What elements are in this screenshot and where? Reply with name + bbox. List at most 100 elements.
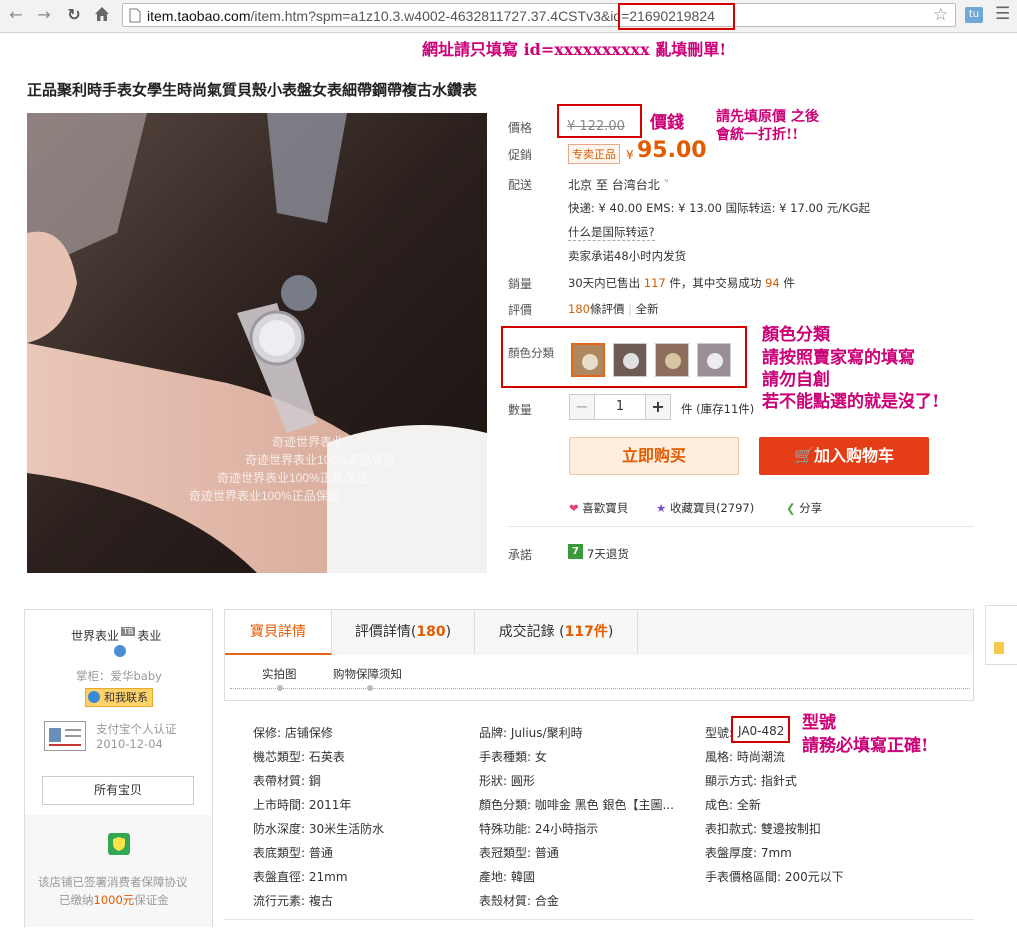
tab-records[interactable]: 成交記錄 (117件)	[475, 610, 638, 654]
quantity-label: 數量	[508, 403, 533, 417]
like-button[interactable]: ❤ 喜歡寶貝	[569, 500, 628, 516]
subtab-photos[interactable]: 实拍图	[262, 666, 297, 682]
contact-seller-button[interactable]: 和我联系	[85, 688, 153, 707]
forward-icon[interactable]: →	[34, 5, 54, 25]
sales-label: 銷量	[508, 277, 533, 291]
promo-badge: 专卖正品	[568, 144, 620, 164]
promo-price: 95.00	[637, 138, 707, 163]
buy-now-button[interactable]: 立即购买	[569, 437, 739, 475]
id-card-icon	[44, 721, 86, 751]
spec-item: 品牌: Julius/聚利時	[479, 726, 583, 740]
divider	[224, 919, 974, 920]
product-title: 正品聚利時手表女學生時尚氣質貝殼小表盤女表細帶鋼帶複古水鑽表	[27, 81, 478, 99]
price-highlight	[557, 104, 642, 138]
side-tool-panel[interactable]	[985, 605, 1017, 665]
quantity-minus-button[interactable]: −	[569, 394, 595, 420]
reviews-label: 評價	[508, 303, 533, 317]
spec-item: 表盤厚度: 7mm	[705, 846, 792, 860]
spec-item: 表帶材質: 鋼	[253, 774, 321, 788]
spec-item: 顯示方式: 指針式	[705, 774, 797, 788]
spec-item: 手表價格區間: 200元以下	[705, 870, 844, 884]
shipping-rates: 快递: ¥ 40.00 EMS: ¥ 13.00 国际转运: ¥ 17.00 元…	[568, 201, 871, 215]
spec-item: 表殼材質: 合金	[479, 894, 559, 908]
promise-text: 7天退货	[587, 547, 629, 561]
tool-icon	[994, 642, 1004, 654]
share-icon: ❮	[786, 501, 796, 515]
quantity-plus-button[interactable]: +	[645, 394, 671, 420]
seven-day-icon: 7	[568, 544, 583, 559]
promise-label: 承諾	[508, 548, 533, 562]
promo-label: 促銷	[508, 148, 533, 162]
menu-icon[interactable]: ☰	[995, 4, 1010, 24]
subtab-divider	[230, 688, 970, 689]
spec-item: 流行元素: 複古	[253, 894, 333, 908]
model-annotation-2: 請務必填寫正確!	[802, 736, 929, 756]
shipping-route[interactable]: 北京 至 台湾台北 ˅	[568, 176, 670, 193]
stock-text: 件 (庫存11件)	[681, 402, 755, 416]
guarantee-panel	[25, 815, 212, 927]
tab-reviews[interactable]: 評價詳情(180)	[332, 610, 475, 654]
reviews-summary[interactable]: 180條評價 | 全新	[568, 301, 659, 317]
spec-item: 成色: 全新	[705, 798, 761, 812]
chevron-down-icon: ˅	[663, 178, 670, 192]
subtab-marker	[367, 685, 373, 691]
spec-item: 表底類型: 普通	[253, 846, 333, 860]
spec-item: 顏色分類: 咖啡金 黑色 銀色【主圖...	[479, 798, 674, 812]
watermark-text: 奇迹世界表业100%正品保证	[245, 453, 396, 467]
spec-item: 表扣款式: 雙邊按制扣	[705, 822, 821, 836]
intl-transfer-link[interactable]: 什么是国际转运?	[568, 224, 655, 241]
shop-keeper: 掌柜：爱华baby	[76, 669, 162, 683]
color-option[interactable]	[571, 343, 605, 377]
ship-promise: 卖家承诺48小时内发货	[568, 249, 687, 263]
color-annotation-1: 顏色分類	[762, 325, 830, 345]
star-icon: ★	[656, 501, 667, 515]
cert-date: 2010-12-04	[96, 737, 163, 751]
price-annotation: 價錢	[650, 113, 684, 133]
watermark-text: 奇迹世界表业	[272, 435, 344, 449]
spec-item: 表盤直徑: 21mm	[253, 870, 348, 884]
spec-item: 形狀: 圓形	[479, 774, 535, 788]
guarantee-text-2: 已缴纳1000元保证金	[59, 893, 169, 907]
back-icon[interactable]: ←	[6, 5, 26, 25]
address-bar[interactable]: item.taobao.com/item.htm?spm=a1z10.3.w40…	[122, 3, 956, 27]
spec-item: 保修: 店铺保修	[253, 726, 333, 740]
reload-icon[interactable]: ↻	[64, 5, 84, 25]
home-icon[interactable]	[92, 5, 112, 25]
quantity-input[interactable]: 1	[594, 394, 646, 420]
price-annotation-line2: 會統一打折!!	[716, 127, 799, 143]
spec-item: 特殊功能: 24小時指示	[479, 822, 599, 836]
all-items-button[interactable]: 所有宝贝	[42, 776, 194, 805]
guarantee-shield-icon	[108, 833, 130, 855]
product-photo[interactable]: 奇迹世界表业 奇迹世界表业100%正品保证 奇迹世界表业100%正品保证 奇迹世…	[27, 113, 487, 573]
color-option[interactable]	[613, 343, 647, 377]
spec-item: 手表種類: 女	[479, 750, 547, 764]
sales-text: 30天内已售出 117 件，其中交易成功 94 件	[568, 276, 795, 290]
add-to-cart-button[interactable]: 🛒加入购物车	[759, 437, 929, 475]
share-button[interactable]: ❮ 分享	[786, 500, 822, 516]
page-icon	[129, 8, 141, 23]
color-option[interactable]	[655, 343, 689, 377]
subtab-guarantee[interactable]: 购物保障须知	[333, 666, 402, 682]
shop-name[interactable]: 世界表业 TB 表业	[71, 627, 161, 644]
subtab-marker	[277, 685, 283, 691]
collect-button[interactable]: ★ 收藏寶貝(2797)	[656, 500, 754, 516]
extension-icon[interactable]: tu	[965, 7, 983, 23]
color-label: 顏色分類	[508, 346, 554, 360]
url-annotation: 網址請只填寫 id=xxxxxxxxxx 亂填刪單!	[422, 40, 727, 59]
guarantee-text-1: 该店铺已签署消费者保障协议	[38, 875, 188, 889]
spec-item: 表冠類型: 普通	[479, 846, 559, 860]
color-option[interactable]	[697, 343, 731, 377]
bookmark-star-icon[interactable]: ☆	[933, 5, 948, 25]
spec-item: 機芯類型: 石英表	[253, 750, 345, 764]
browser-toolbar: ← → ↻ item.taobao.com/item.htm?spm=a1z10…	[0, 0, 1017, 33]
price-label: 價格	[508, 121, 533, 135]
heart-icon: ❤	[569, 501, 579, 515]
tab-details[interactable]: 寶貝詳情	[225, 610, 332, 655]
model-annotation-1: 型號	[802, 713, 836, 733]
spec-model-label: 型號:	[705, 726, 734, 740]
shipping-label: 配送	[508, 178, 533, 192]
spec-item: 風格: 時尚潮流	[705, 750, 785, 764]
cert-text: 支付宝个人认证	[96, 722, 177, 736]
spec-item: 產地: 韓國	[479, 870, 535, 884]
cart-icon: 🛒	[794, 446, 814, 465]
